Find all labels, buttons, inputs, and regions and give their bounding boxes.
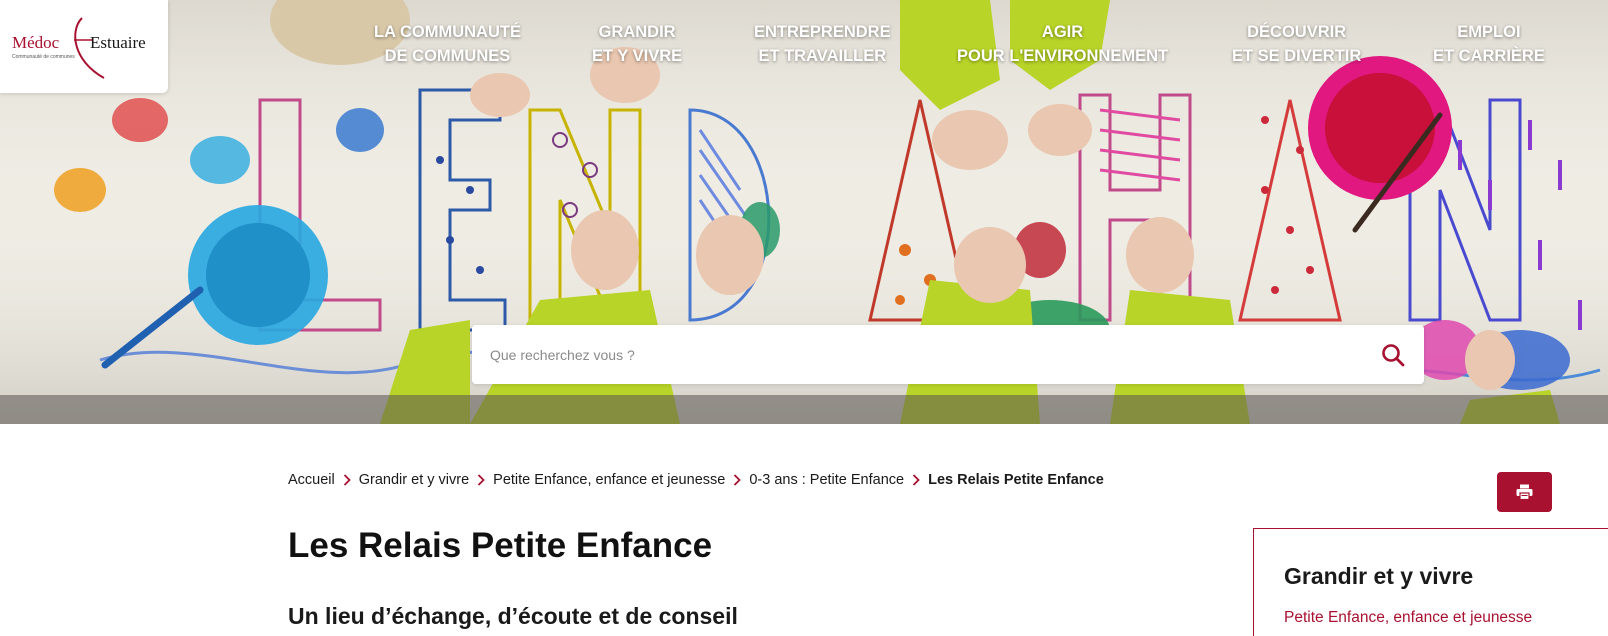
breadcrumb-item-0-3-ans[interactable]: 0-3 ans : Petite Enfance bbox=[749, 472, 904, 488]
chevron-right-icon bbox=[469, 472, 493, 488]
nav-item-line1: LA COMMUNAUTÉ bbox=[374, 23, 521, 41]
logo-mark: Médoc Estuaire Communauté de communes bbox=[12, 17, 146, 79]
nav-item-line1: EMPLOI bbox=[1457, 23, 1521, 41]
chevron-right-icon bbox=[725, 472, 749, 488]
search-input[interactable] bbox=[490, 325, 1350, 384]
breadcrumb-item-accueil[interactable]: Accueil bbox=[288, 472, 335, 488]
nav-item-agir[interactable]: AGIR POUR L'ENVIRONNEMENT bbox=[957, 20, 1168, 68]
breadcrumb-item-current: Les Relais Petite Enfance bbox=[928, 472, 1104, 488]
nav-item-grandir[interactable]: GRANDIR ET Y VIVRE bbox=[592, 20, 682, 68]
chevron-right-icon bbox=[335, 472, 359, 488]
search-icon bbox=[1382, 344, 1405, 367]
logo-text-right: Estuaire bbox=[90, 33, 146, 52]
search-button[interactable] bbox=[1380, 342, 1406, 368]
printer-icon bbox=[1516, 484, 1533, 500]
nav-item-line2: ET SE DIVERTIR bbox=[1232, 47, 1362, 65]
nav-item-entreprendre[interactable]: ENTREPRENDRE ET TRAVAILLER bbox=[754, 20, 891, 68]
nav-item-line1: GRANDIR bbox=[598, 23, 676, 41]
chevron-right-icon bbox=[904, 472, 928, 488]
nav-item-line2: ET CARRIÈRE bbox=[1433, 47, 1545, 65]
print-button[interactable] bbox=[1497, 472, 1552, 512]
breadcrumb-item-petite-enfance[interactable]: Petite Enfance, enfance et jeunesse bbox=[493, 472, 725, 488]
nav-item-line2: ET Y VIVRE bbox=[592, 47, 683, 65]
page-title: Les Relais Petite Enfance bbox=[288, 526, 713, 565]
nav-item-emploi[interactable]: EMPLOI ET CARRIÈRE bbox=[1433, 20, 1545, 68]
nav-item-line2: POUR L'ENVIRONNEMENT bbox=[957, 47, 1169, 65]
breadcrumb-item-grandir[interactable]: Grandir et y vivre bbox=[359, 472, 469, 488]
hero-banner: Médoc Estuaire Communauté de communes LA… bbox=[0, 0, 1608, 424]
breadcrumb: Accueil Grandir et y vivre Petite Enfanc… bbox=[288, 472, 1104, 488]
logo-text-left: Médoc bbox=[12, 33, 60, 52]
side-panel: Grandir et y vivre Petite Enfance, enfan… bbox=[1253, 528, 1608, 636]
nav-item-communaute[interactable]: LA COMMUNAUTÉ DE COMMUNES bbox=[374, 20, 521, 68]
nav-item-line1: ENTREPRENDRE bbox=[754, 23, 891, 41]
side-panel-link[interactable]: Petite Enfance, enfance et jeunesse bbox=[1284, 609, 1532, 627]
nav-item-line2: ET TRAVAILLER bbox=[758, 47, 887, 65]
section-subtitle: Un lieu d’échange, d’écoute et de consei… bbox=[288, 603, 738, 629]
nav-item-line2: DE COMMUNES bbox=[384, 47, 511, 65]
side-panel-title: Grandir et y vivre bbox=[1284, 563, 1474, 589]
nav-item-line1: DÉCOUVRIR bbox=[1247, 23, 1347, 41]
site-logo[interactable]: Médoc Estuaire Communauté de communes bbox=[0, 0, 168, 93]
logo-tagline: Communauté de communes bbox=[12, 54, 75, 60]
search-bar bbox=[472, 325, 1424, 384]
nav-item-line1: AGIR bbox=[1041, 23, 1084, 41]
nav-item-decouvrir[interactable]: DÉCOUVRIR ET SE DIVERTIR bbox=[1232, 20, 1361, 68]
